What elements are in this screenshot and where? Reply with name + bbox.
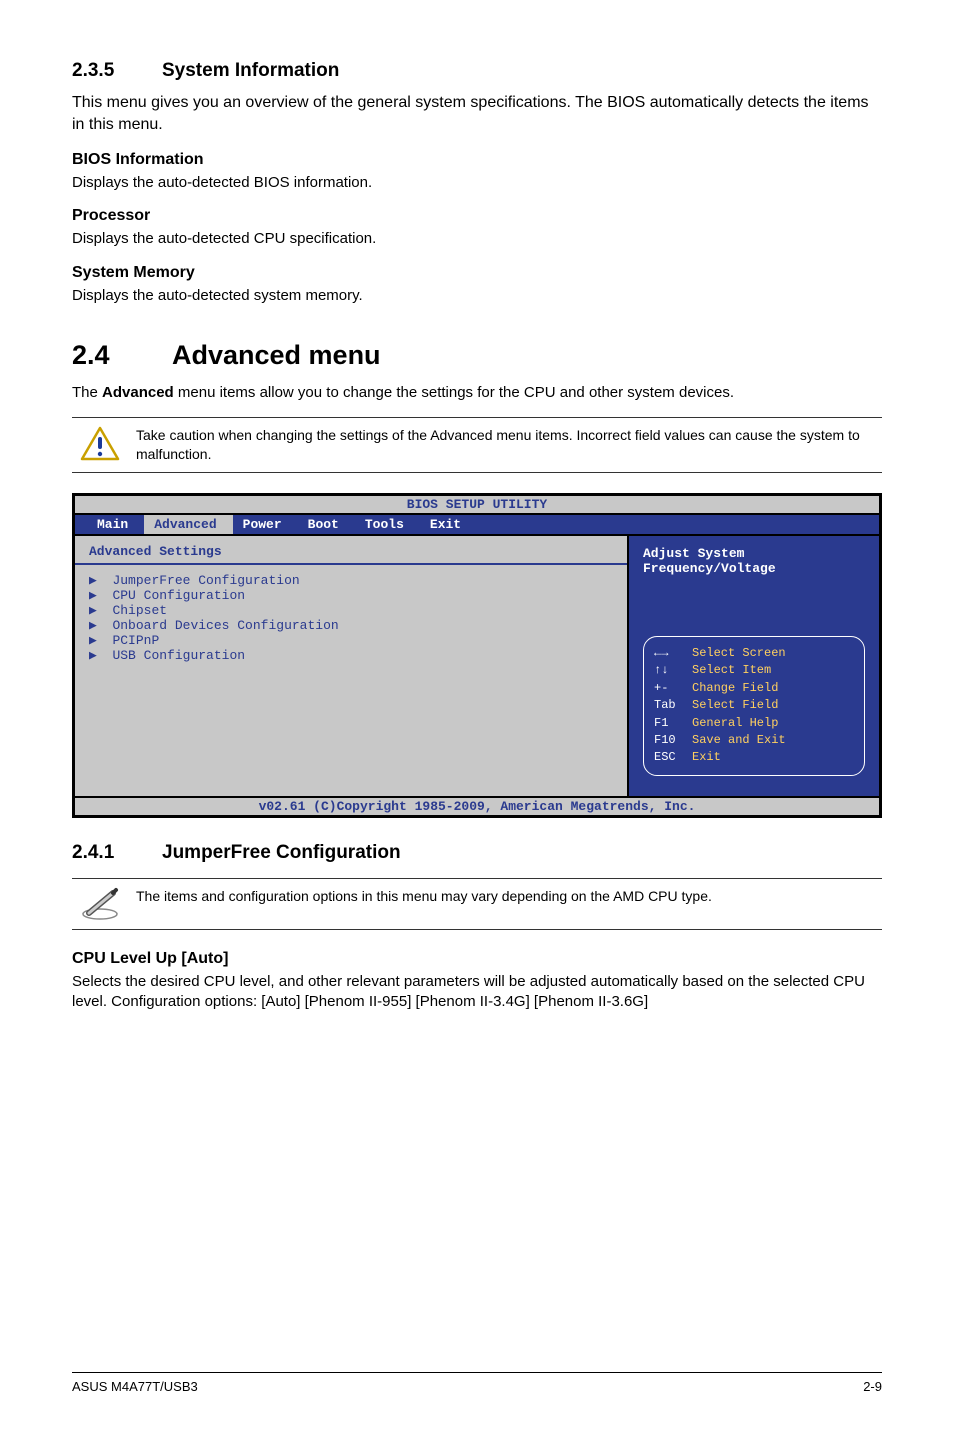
footer-left: ASUS M4A77T/USB3 — [72, 1379, 198, 1394]
bios-menu-item: ▶ Onboard Devices Configuration — [89, 618, 613, 633]
text-prefix: The — [72, 384, 102, 401]
key-desc: Select Item — [692, 663, 771, 677]
bios-menu-item: ▶ CPU Configuration — [89, 588, 613, 603]
bios-menu-item: ▶ PCIPnP — [89, 633, 613, 648]
bios-left-pane: Advanced Settings ▶ JumperFree Configura… — [75, 536, 629, 796]
heading-number: 2.4 — [72, 340, 172, 371]
bios-menu-item: ▶ USB Configuration — [89, 648, 613, 663]
key: Tab — [654, 697, 692, 714]
key-desc: Exit — [692, 750, 721, 764]
subheading-cpu-level-up: CPU Level Up [Auto] — [72, 950, 882, 968]
bios-menu-item: ▶ Chipset — [89, 603, 613, 618]
bios-pane-heading: Advanced Settings — [89, 544, 613, 559]
bios-tab-advanced: Advanced — [144, 515, 232, 534]
key-row: TabSelect Field — [654, 697, 854, 714]
bios-tab-boot: Boot — [298, 515, 355, 534]
footer-right: 2-9 — [863, 1379, 882, 1394]
key-row: F10Save and Exit — [654, 732, 854, 749]
bios-help-text: Adjust System — [643, 546, 865, 561]
bios-body: Advanced Settings ▶ JumperFree Configura… — [75, 534, 879, 796]
submenu-arrow-icon: ▶ — [89, 573, 112, 588]
bios-help-text: Frequency/Voltage — [643, 561, 865, 576]
note-text: The items and configuration options in t… — [136, 887, 712, 906]
divider — [75, 563, 627, 565]
key: F1 — [654, 715, 692, 732]
submenu-arrow-icon: ▶ — [89, 603, 112, 618]
subheading-system-memory: System Memory — [72, 264, 882, 282]
paragraph: The Advanced menu items allow you to cha… — [72, 383, 882, 403]
bios-menu-label: Chipset — [112, 603, 167, 618]
key-row: ↑↓Select Item — [654, 662, 854, 679]
bios-tab-bar: Main Advanced Power Boot Tools Exit — [75, 515, 879, 534]
key: F10 — [654, 732, 692, 749]
bios-tab-power: Power — [233, 515, 298, 534]
bios-title-bar: BIOS SETUP UTILITY — [75, 496, 879, 515]
bios-menu-label: CPU Configuration — [112, 588, 245, 603]
paragraph: Selects the desired CPU level, and other… — [72, 972, 882, 1013]
bios-key-legend: ←→Select Screen ↑↓Select Item +-Change F… — [643, 636, 865, 776]
caution-callout: Take caution when changing the settings … — [72, 417, 882, 473]
heading-number: 2.3.5 — [72, 60, 162, 82]
key: ↑↓ — [654, 662, 692, 679]
bios-menu-item: ▶ JumperFree Configuration — [89, 573, 613, 588]
text-bold: Advanced — [102, 384, 174, 401]
caution-icon — [78, 426, 122, 462]
key-row: ESCExit — [654, 749, 854, 766]
key: ESC — [654, 749, 692, 766]
key-desc: General Help — [692, 716, 778, 730]
key: ←→ — [654, 645, 692, 662]
bios-menu-label: JumperFree Configuration — [112, 573, 299, 588]
subheading-bios-info: BIOS Information — [72, 151, 882, 169]
bios-tab-tools: Tools — [355, 515, 420, 534]
bios-menu-label: USB Configuration — [112, 648, 245, 663]
key-desc: Select Field — [692, 698, 778, 712]
submenu-arrow-icon: ▶ — [89, 648, 112, 663]
heading-text: System Information — [162, 60, 339, 81]
bios-tab-exit: Exit — [420, 515, 477, 534]
subheading-processor: Processor — [72, 207, 882, 225]
note-callout: The items and configuration options in t… — [72, 878, 882, 930]
bios-screen: BIOS SETUP UTILITY Main Advanced Power B… — [72, 493, 882, 818]
heading-2-4-1: 2.4.1JumperFree Configuration — [72, 842, 882, 864]
submenu-arrow-icon: ▶ — [89, 633, 112, 648]
heading-2-4: 2.4Advanced menu — [72, 340, 882, 371]
paragraph: Displays the auto-detected system memory… — [72, 286, 882, 306]
key-desc: Save and Exit — [692, 733, 786, 747]
key-desc: Change Field — [692, 681, 778, 695]
bios-tab-main: Main — [87, 515, 144, 534]
bios-right-pane: Adjust System Frequency/Voltage ←→Select… — [629, 536, 879, 796]
page-footer: ASUS M4A77T/USB3 2-9 — [72, 1372, 882, 1394]
paragraph: Displays the auto-detected CPU specifica… — [72, 229, 882, 249]
heading-2-3-5: 2.3.5System Information — [72, 60, 882, 82]
text-suffix: menu items allow you to change the setti… — [174, 384, 734, 401]
heading-text: Advanced menu — [172, 340, 381, 370]
bios-menu-label: PCIPnP — [112, 633, 159, 648]
note-icon — [78, 887, 122, 921]
heading-text: JumperFree Configuration — [162, 842, 401, 863]
key-row: F1General Help — [654, 715, 854, 732]
key-row: +-Change Field — [654, 680, 854, 697]
key: +- — [654, 680, 692, 697]
key-row: ←→Select Screen — [654, 645, 854, 662]
paragraph: Displays the auto-detected BIOS informat… — [72, 173, 882, 193]
key-desc: Select Screen — [692, 646, 786, 660]
submenu-arrow-icon: ▶ — [89, 618, 112, 633]
heading-number: 2.4.1 — [72, 842, 162, 864]
bios-menu-label: Onboard Devices Configuration — [112, 618, 338, 633]
caution-text: Take caution when changing the settings … — [136, 426, 876, 464]
submenu-arrow-icon: ▶ — [89, 588, 112, 603]
bios-footer: v02.61 (C)Copyright 1985-2009, American … — [75, 796, 879, 815]
paragraph: This menu gives you an overview of the g… — [72, 92, 882, 135]
